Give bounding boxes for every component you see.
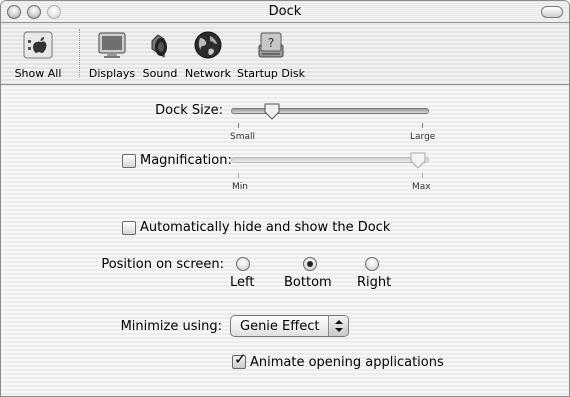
dock-size-slider-thumb[interactable]: [263, 102, 281, 120]
disk-icon: ?: [258, 32, 284, 58]
dock-size-tick-max: [422, 123, 423, 128]
magnification-checkbox[interactable]: [122, 154, 136, 168]
dock-size-min-label: Small: [230, 132, 255, 142]
toolbar-toggle-button[interactable]: [541, 6, 563, 18]
magnification-slider[interactable]: [231, 157, 429, 163]
globe-icon: [194, 31, 222, 59]
preferences-content: Dock Size: Small Large Magnification: Mi…: [1, 86, 569, 396]
speaker-icon: [151, 34, 167, 58]
magnification-max-label: Max: [412, 182, 431, 192]
window-title: Dock: [268, 4, 302, 19]
checkmark-icon: ✓: [234, 350, 247, 368]
svg-text:?: ?: [268, 36, 274, 50]
position-option-bottom-label: Bottom: [284, 275, 332, 290]
position-radio-bottom[interactable]: [303, 257, 317, 271]
toolbar-displays[interactable]: Displays: [87, 29, 137, 80]
minimize-effect-popup[interactable]: Genie Effect: [230, 315, 349, 337]
position-option-left-label: Left: [230, 275, 255, 290]
dock-size-slider[interactable]: [231, 108, 429, 114]
toolbar-label-startup-disk: Startup Disk: [237, 67, 305, 80]
magnification-slider-thumb[interactable]: [409, 151, 427, 169]
position-label: Position on screen:: [101, 257, 224, 272]
magnification-label: Magnification:: [140, 153, 232, 168]
dock-size-tick-min: [238, 123, 239, 128]
position-radio-right[interactable]: [365, 257, 379, 271]
toolbar-sound[interactable]: Sound: [139, 29, 181, 80]
toolbar-network[interactable]: Network: [184, 29, 232, 80]
display-icon: [98, 32, 126, 58]
minimize-label: Minimize using:: [120, 319, 222, 334]
toolbar-label-show-all: Show All: [14, 67, 62, 80]
toolbar-label-sound: Sound: [142, 67, 178, 80]
autohide-checkbox[interactable]: [122, 221, 136, 235]
toolbar-label-network: Network: [185, 67, 231, 80]
dock-size-label: Dock Size:: [155, 103, 223, 118]
magnification-min-label: Min: [232, 182, 248, 192]
minimize-effect-value: Genie Effect: [240, 319, 320, 334]
toolbar-separator: [79, 29, 80, 77]
dock-size-max-label: Large: [410, 132, 436, 142]
animate-checkbox[interactable]: ✓: [232, 350, 247, 369]
toolbar-startup-disk[interactable]: ? Startup Disk: [235, 29, 307, 80]
radio-selected-dot: [307, 261, 313, 267]
title-bar[interactable]: Dock: [1, 1, 569, 23]
animate-label: Animate opening applications: [250, 355, 444, 370]
position-option-right-label: Right: [357, 275, 392, 290]
toolbar: Show All Displays Sound Network ? Startu…: [1, 23, 569, 85]
popup-arrows-icon: [328, 316, 348, 336]
magnification-tick-max: [422, 173, 423, 178]
position-radio-left[interactable]: [236, 257, 250, 271]
dock-preferences-window: Dock Show All Displays Sound Network ? S…: [0, 0, 570, 397]
magnification-tick-min: [238, 173, 239, 178]
toolbar-show-all[interactable]: Show All: [3, 29, 73, 80]
apple-icon: [23, 31, 53, 59]
toolbar-label-displays: Displays: [88, 67, 136, 80]
autohide-label: Automatically hide and show the Dock: [140, 220, 391, 235]
